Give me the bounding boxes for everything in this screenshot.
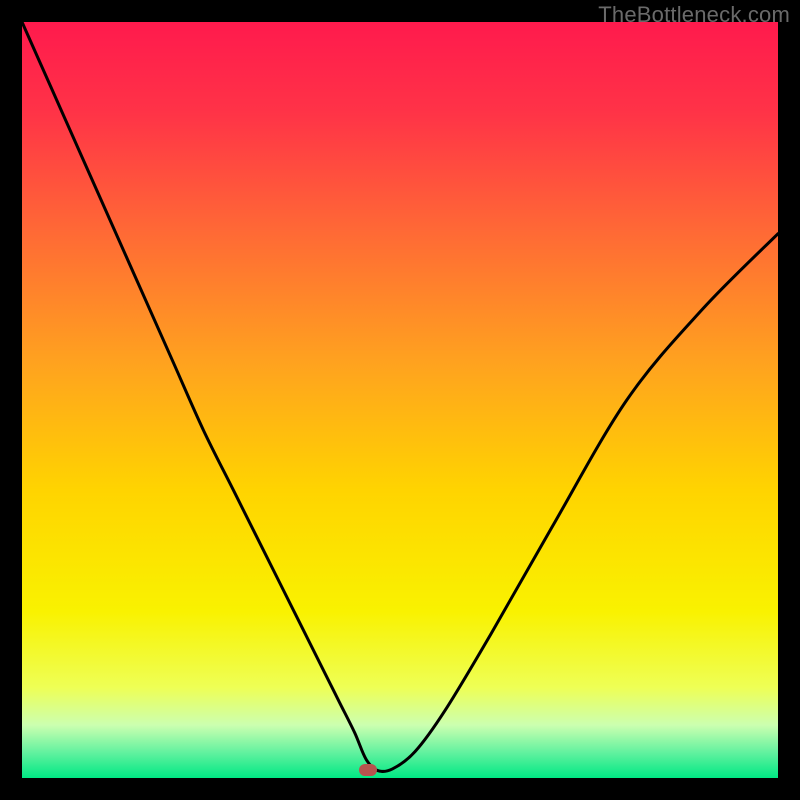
bottleneck-curve <box>22 22 778 778</box>
optimal-marker <box>359 764 377 776</box>
plot-area <box>22 22 778 778</box>
watermark-text: TheBottleneck.com <box>598 2 790 28</box>
chart-frame: TheBottleneck.com <box>0 0 800 800</box>
